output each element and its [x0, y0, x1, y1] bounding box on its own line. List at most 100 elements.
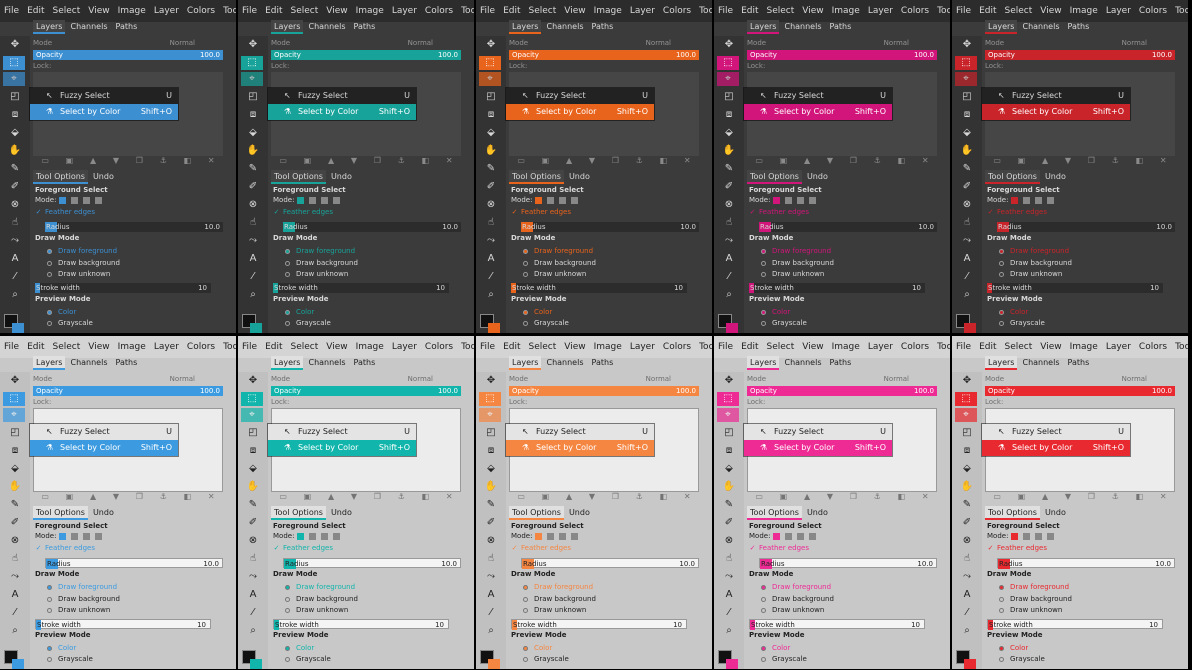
background-color-swatch[interactable] [964, 659, 976, 669]
tab-channels[interactable]: Channels [305, 356, 348, 370]
tab-layers[interactable]: Layers [985, 20, 1018, 34]
crop-tool-icon[interactable]: ◰ [483, 426, 499, 440]
move-tool-icon[interactable]: ✥ [721, 38, 737, 52]
delete-layer-icon[interactable]: ✕ [684, 492, 691, 502]
clone-icon[interactable]: ⊗ [483, 198, 499, 212]
tab-paths[interactable]: Paths [827, 20, 855, 34]
paint-bucket-icon[interactable]: ✋ [7, 480, 23, 494]
preview-color-radio[interactable]: Color [511, 308, 552, 316]
tab-tool-options[interactable]: Tool Options [985, 170, 1040, 184]
draw-foreground-radio[interactable]: Draw foreground [749, 583, 831, 591]
duplicate-layer-icon[interactable]: ❐ [612, 492, 619, 502]
mode-value[interactable]: Normal [408, 374, 433, 384]
menu-image[interactable]: Image [118, 6, 146, 16]
path-icon[interactable]: ⤳ [245, 234, 261, 248]
fuzzy-select-icon[interactable]: ⌖ [717, 408, 739, 422]
tab-undo[interactable]: Undo [566, 506, 593, 520]
path-icon[interactable]: ⤳ [721, 570, 737, 584]
background-color-swatch[interactable] [726, 323, 738, 333]
opacity-slider[interactable]: Opacity 100.0 [33, 50, 223, 60]
tab-channels[interactable]: Channels [1019, 20, 1062, 34]
select-tool-icon[interactable]: ⬚ [717, 56, 739, 70]
menu-colors[interactable]: Colors [663, 342, 691, 352]
mode-subtract-icon[interactable] [1035, 532, 1043, 540]
raise-layer-icon[interactable]: ▲ [328, 156, 334, 166]
pencil-icon[interactable]: ✎ [7, 162, 23, 176]
mode-value[interactable]: Normal [646, 38, 671, 48]
preview-grayscale-radio[interactable]: Grayscale [511, 319, 569, 327]
smudge-icon[interactable]: ☝ [483, 552, 499, 566]
mode-replace-icon[interactable] [772, 532, 780, 540]
zoom-icon[interactable]: ⌕ [721, 624, 737, 638]
path-icon[interactable]: ⤳ [7, 570, 23, 584]
draw-background-radio[interactable]: Draw background [511, 595, 596, 603]
bucket-fill-icon[interactable]: ⬙ [959, 462, 975, 476]
preview-grayscale-radio[interactable]: Grayscale [987, 319, 1045, 327]
crop-tool-icon[interactable]: ◰ [7, 426, 23, 440]
tab-paths[interactable]: Paths [589, 20, 617, 34]
menu-select[interactable]: Select [529, 342, 557, 352]
opacity-slider[interactable]: Opacity 100.0 [509, 386, 699, 396]
mode-subtract-icon[interactable] [797, 196, 805, 204]
smudge-icon[interactable]: ☝ [7, 216, 23, 230]
bucket-fill-icon[interactable]: ⬙ [721, 126, 737, 140]
text-tool-icon[interactable]: A [245, 588, 261, 602]
pencil-icon[interactable]: ✎ [959, 498, 975, 512]
menu-edit[interactable]: Edit [265, 342, 282, 352]
bucket-fill-icon[interactable]: ⬙ [721, 462, 737, 476]
tab-tool-options[interactable]: Tool Options [509, 170, 564, 184]
menu-edit[interactable]: Edit [265, 6, 282, 16]
lower-layer-icon[interactable]: ▼ [351, 156, 357, 166]
text-tool-icon[interactable]: A [245, 252, 261, 266]
menu-file[interactable]: File [4, 6, 19, 16]
mode-intersect-icon[interactable] [1047, 532, 1055, 540]
draw-foreground-radio[interactable]: Draw foreground [987, 247, 1069, 255]
mode-intersect-icon[interactable] [809, 532, 817, 540]
feather-edges-checkbox[interactable]: ✓ Feather edges [987, 208, 1047, 216]
zoom-icon[interactable]: ⌕ [721, 288, 737, 302]
menu-view[interactable]: View [564, 342, 585, 352]
paint-bucket-icon[interactable]: ✋ [959, 480, 975, 494]
radius-slider[interactable]: Radius 10.0 [997, 558, 1175, 569]
menu-select[interactable]: Select [291, 342, 319, 352]
crop-tool-icon[interactable]: ◰ [721, 90, 737, 104]
menu-file[interactable]: File [480, 6, 495, 16]
lower-layer-icon[interactable]: ▼ [113, 492, 119, 502]
menu-colors[interactable]: Colors [1139, 6, 1167, 16]
menu-colors[interactable]: Colors [187, 342, 215, 352]
text-tool-icon[interactable]: A [483, 588, 499, 602]
menu-edit[interactable]: Edit [27, 342, 44, 352]
move-tool-icon[interactable]: ✥ [483, 38, 499, 52]
pencil-icon[interactable]: ✎ [245, 162, 261, 176]
transform-tool-icon[interactable]: ⧈ [959, 108, 975, 122]
lower-layer-icon[interactable]: ▼ [589, 492, 595, 502]
mode-value[interactable]: Normal [1122, 374, 1147, 384]
stroke-width-slider[interactable]: Stroke width 10 [35, 619, 211, 630]
draw-unknown-radio[interactable]: Draw unknown [511, 606, 586, 614]
anchor-layer-icon[interactable]: ⚓ [398, 492, 405, 502]
draw-unknown-radio[interactable]: Draw unknown [987, 270, 1062, 278]
tab-paths[interactable]: Paths [827, 356, 855, 370]
tab-undo[interactable]: Undo [804, 506, 831, 520]
menu-tools[interactable]: Tools [1175, 342, 1188, 352]
feather-edges-checkbox[interactable]: ✓ Feather edges [749, 208, 809, 216]
mode-intersect-icon[interactable] [571, 532, 579, 540]
menu-edit[interactable]: Edit [979, 342, 996, 352]
move-tool-icon[interactable]: ✥ [959, 38, 975, 52]
mode-replace-icon[interactable] [1010, 196, 1018, 204]
mode-intersect-icon[interactable] [333, 196, 341, 204]
zoom-icon[interactable]: ⌕ [483, 288, 499, 302]
menu-file[interactable]: File [242, 342, 257, 352]
menu-item-fuzzy-select[interactable]: ↖ Fuzzy Select U [30, 424, 178, 440]
anchor-layer-icon[interactable]: ⚓ [160, 156, 167, 166]
paint-bucket-icon[interactable]: ✋ [483, 480, 499, 494]
move-tool-icon[interactable]: ✥ [7, 38, 23, 52]
background-color-swatch[interactable] [12, 323, 24, 333]
mode-value[interactable]: Normal [1122, 38, 1147, 48]
color-picker-icon[interactable]: ⁄ [7, 270, 23, 284]
duplicate-layer-icon[interactable]: ❐ [374, 492, 381, 502]
stroke-width-slider[interactable]: Stroke width 10 [987, 619, 1163, 630]
transform-tool-icon[interactable]: ⧈ [245, 108, 261, 122]
bucket-fill-icon[interactable]: ⬙ [483, 462, 499, 476]
anchor-layer-icon[interactable]: ⚓ [874, 492, 881, 502]
